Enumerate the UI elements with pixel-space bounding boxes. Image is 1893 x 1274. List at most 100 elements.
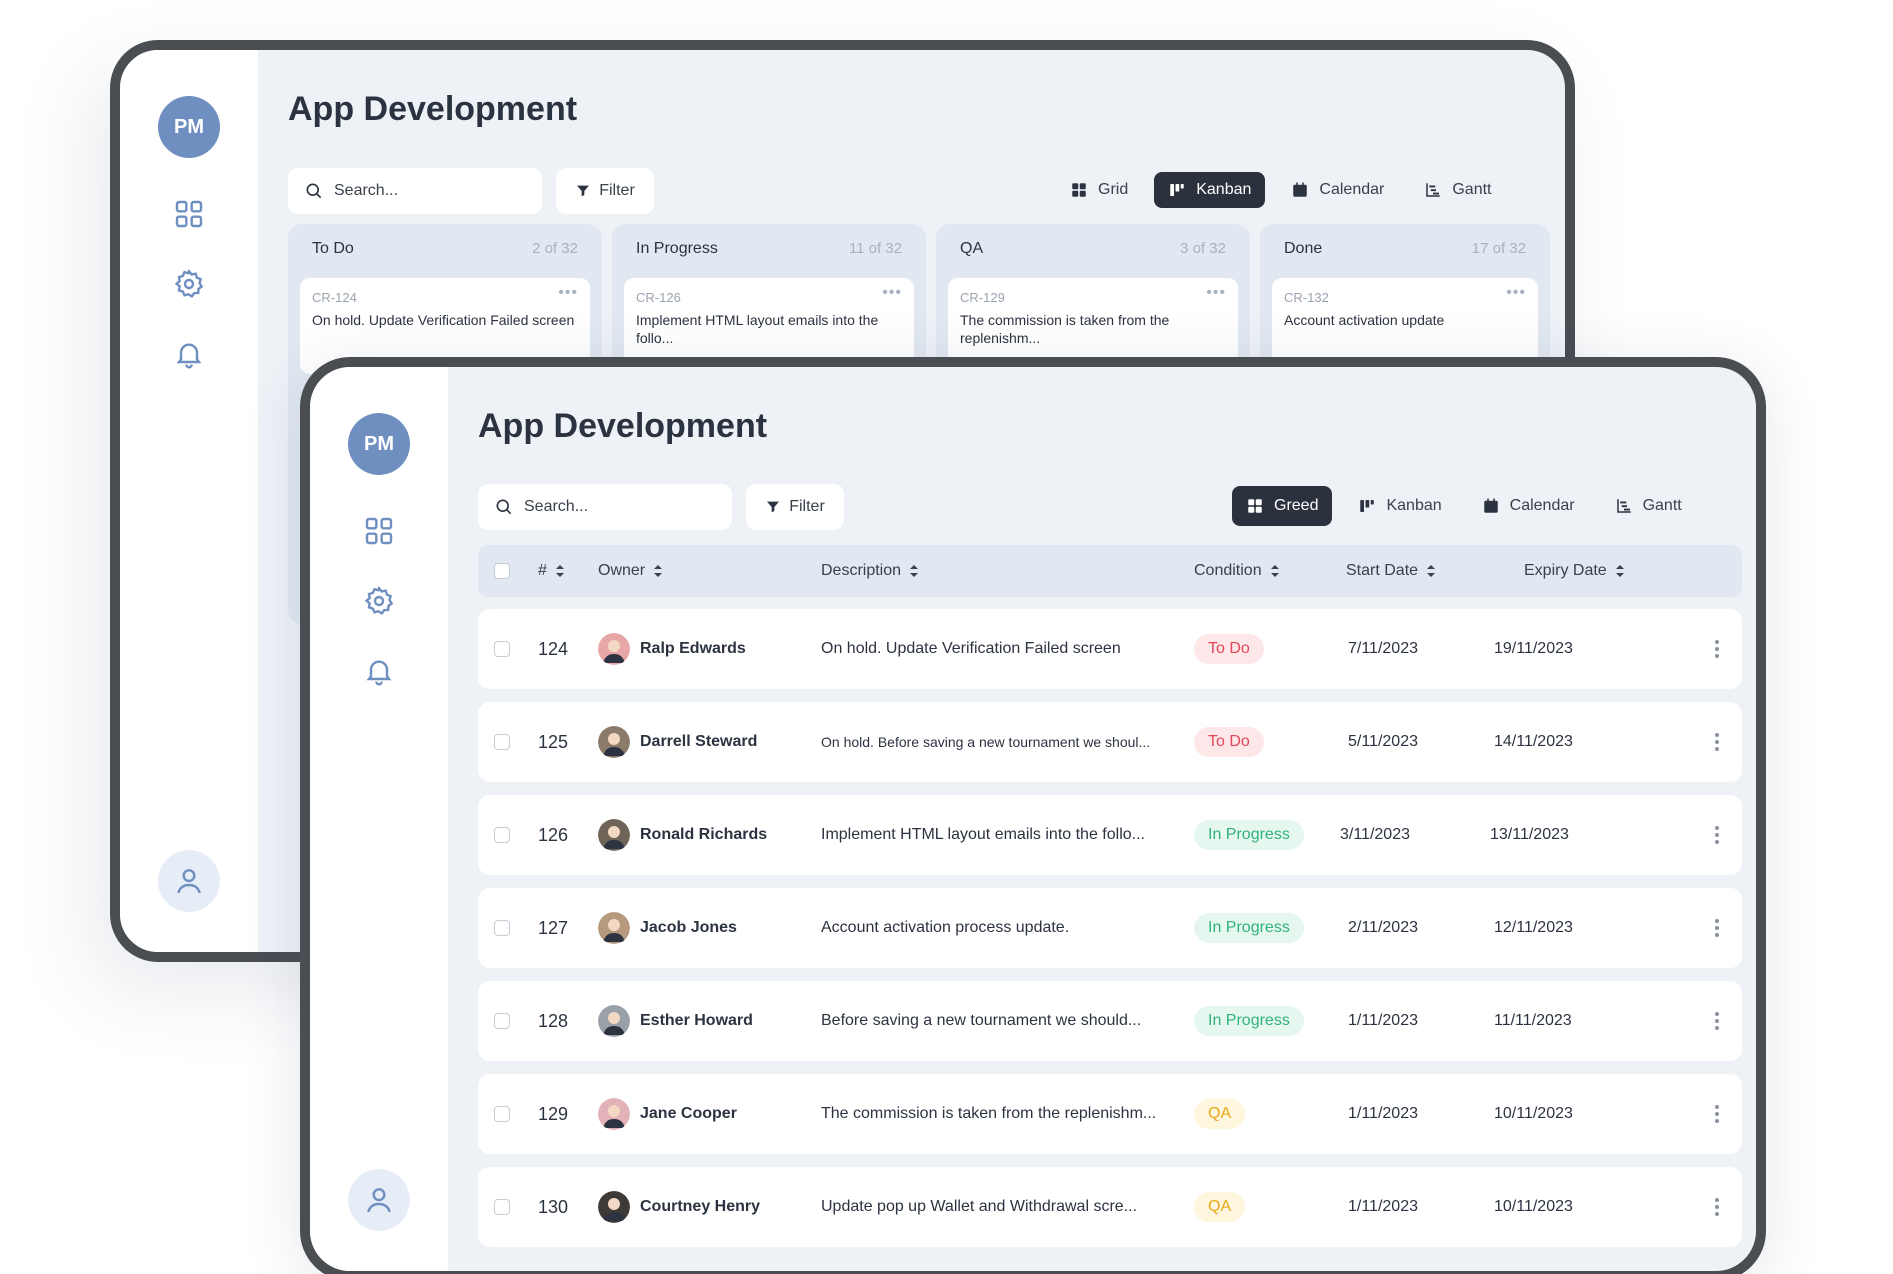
- owner-avatar: [598, 726, 630, 758]
- search-input[interactable]: Search...: [478, 484, 732, 530]
- row-description: On hold. Update Verification Failed scre…: [821, 640, 1121, 657]
- row-id: 128: [538, 1010, 569, 1031]
- row-owner[interactable]: Ralp Edwards: [598, 609, 746, 689]
- column-header-owner[interactable]: Owner: [598, 545, 663, 597]
- more-icon[interactable]: •••: [1206, 284, 1226, 302]
- row-id: 124: [538, 638, 569, 659]
- row-more-icon[interactable]: [1714, 981, 1720, 1061]
- profile-button[interactable]: [348, 1169, 410, 1231]
- column-count: 11 of 32: [848, 240, 902, 257]
- gear-icon[interactable]: [359, 581, 399, 621]
- search-input[interactable]: Search...: [288, 168, 542, 214]
- view-label: Grid: [1098, 181, 1129, 198]
- dashboard-icon[interactable]: [169, 194, 209, 234]
- status-badge: QA: [1194, 1099, 1246, 1129]
- row-owner[interactable]: Jacob Jones: [598, 888, 737, 968]
- row-more-icon[interactable]: [1714, 888, 1720, 968]
- column-header-id[interactable]: #: [538, 545, 565, 597]
- view-switcher: Grid Kanban Calendar Gantt: [1056, 172, 1505, 208]
- sort-icon: [1427, 565, 1436, 577]
- workspace-avatar[interactable]: PM: [348, 413, 410, 475]
- column-count: 3 of 32: [1180, 240, 1226, 257]
- row-checkbox[interactable]: [494, 1167, 510, 1247]
- row-checkbox[interactable]: [494, 981, 510, 1061]
- workspace-avatar[interactable]: PM: [158, 96, 220, 158]
- row-checkbox[interactable]: [494, 795, 510, 875]
- column-title: To Do: [312, 240, 354, 257]
- row-more-icon[interactable]: [1714, 795, 1720, 875]
- view-label: Gantt: [1642, 497, 1682, 514]
- kanban-icon: [1360, 500, 1375, 512]
- row-checkbox[interactable]: [494, 609, 510, 689]
- row-id: 125: [538, 731, 569, 752]
- column-header-condition[interactable]: Condition: [1194, 545, 1280, 597]
- column-title: In Progress: [636, 240, 718, 257]
- view-kanban-button[interactable]: Kanban: [1154, 172, 1266, 208]
- table-row[interactable]: 127 Jacob Jones Account activation process…: [478, 888, 1742, 968]
- row-condition: QA: [1194, 1167, 1246, 1247]
- status-badge: QA: [1194, 1192, 1246, 1222]
- row-start-date: 1/11/2023: [1348, 1105, 1418, 1122]
- row-more-icon[interactable]: [1714, 1167, 1720, 1247]
- view-label: Calendar: [1509, 497, 1575, 514]
- row-checkbox[interactable]: [494, 1074, 510, 1154]
- column-header-expiry-date[interactable]: Expiry Date: [1524, 545, 1625, 597]
- user-icon: [177, 869, 201, 894]
- select-all-checkbox[interactable]: [494, 545, 510, 597]
- view-gantt-button[interactable]: Gantt: [1410, 172, 1505, 208]
- row-more-icon[interactable]: [1714, 1074, 1720, 1154]
- row-description: On hold. Before saving a new tournament …: [821, 734, 1151, 750]
- page-title: App Development: [478, 407, 768, 445]
- row-owner[interactable]: Jane Cooper: [598, 1074, 737, 1154]
- view-calendar-button[interactable]: Calendar: [1468, 488, 1589, 524]
- row-expiry-date: 13/11/2023: [1490, 826, 1569, 843]
- row-owner[interactable]: Courtney Henry: [598, 1167, 760, 1247]
- table-row[interactable]: 124 Ralp Edwards On hold. Update Verificat…: [478, 609, 1742, 689]
- owner-avatar: [598, 1191, 630, 1223]
- view-grid-button[interactable]: Greed: [1232, 486, 1333, 526]
- row-more-icon[interactable]: [1714, 609, 1720, 689]
- status-badge: To Do: [1194, 727, 1264, 757]
- view-gantt-button[interactable]: Gantt: [1601, 488, 1696, 524]
- column-header-label: Description: [821, 562, 902, 579]
- more-icon[interactable]: •••: [558, 284, 578, 302]
- gantt-icon: [1426, 183, 1441, 197]
- table-row[interactable]: 125 Darrell Steward On hold. Before saving…: [478, 702, 1742, 782]
- view-calendar-button[interactable]: Calendar: [1277, 172, 1398, 208]
- filter-button[interactable]: Filter: [746, 484, 844, 530]
- row-owner[interactable]: Ronald Richards: [598, 795, 767, 875]
- view-grid-button[interactable]: Grid: [1056, 172, 1142, 208]
- sort-icon: [1615, 565, 1624, 577]
- row-checkbox[interactable]: [494, 888, 510, 968]
- bell-icon[interactable]: [359, 651, 399, 691]
- column-header-start-date[interactable]: Start Date: [1346, 545, 1436, 597]
- row-checkbox[interactable]: [494, 702, 510, 782]
- filter-button[interactable]: Filter: [556, 168, 654, 214]
- bell-icon[interactable]: [169, 334, 209, 374]
- table-row[interactable]: 126 Ronald Richards Implement HTML layout …: [478, 795, 1742, 875]
- view-label: Calendar: [1319, 181, 1385, 198]
- row-expiry-date: 10/11/2023: [1494, 1105, 1573, 1122]
- row-more-icon[interactable]: [1714, 702, 1720, 782]
- column-count: 2 of 32: [532, 240, 578, 257]
- row-id: 129: [538, 1103, 569, 1124]
- column-header-description[interactable]: Description: [821, 545, 919, 597]
- row-owner[interactable]: Esther Howard: [598, 981, 753, 1061]
- row-description: Implement HTML layout emails into the fo…: [821, 826, 1145, 843]
- dashboard-icon[interactable]: [359, 511, 399, 551]
- gear-icon[interactable]: [169, 264, 209, 304]
- card-text: Account activation update: [1284, 312, 1445, 328]
- more-icon[interactable]: •••: [882, 284, 902, 302]
- profile-button[interactable]: [158, 850, 220, 912]
- view-label: Kanban: [1386, 497, 1442, 514]
- view-kanban-button[interactable]: Kanban: [1344, 488, 1455, 524]
- table-row[interactable]: 128 Esther Howard Before saving a new tour…: [478, 981, 1742, 1061]
- row-owner[interactable]: Darrell Steward: [598, 702, 757, 782]
- sort-icon: [910, 565, 919, 577]
- table-row[interactable]: 129 Jane Cooper The commission is taken fr…: [478, 1074, 1742, 1154]
- filter-label: Filter: [789, 498, 825, 515]
- status-badge: In Progress: [1194, 820, 1304, 850]
- table-row[interactable]: 130 Courtney Henry Update pop up Wallet an…: [478, 1167, 1742, 1247]
- more-icon[interactable]: •••: [1506, 284, 1526, 302]
- column-header-label: Expiry Date: [1524, 562, 1607, 579]
